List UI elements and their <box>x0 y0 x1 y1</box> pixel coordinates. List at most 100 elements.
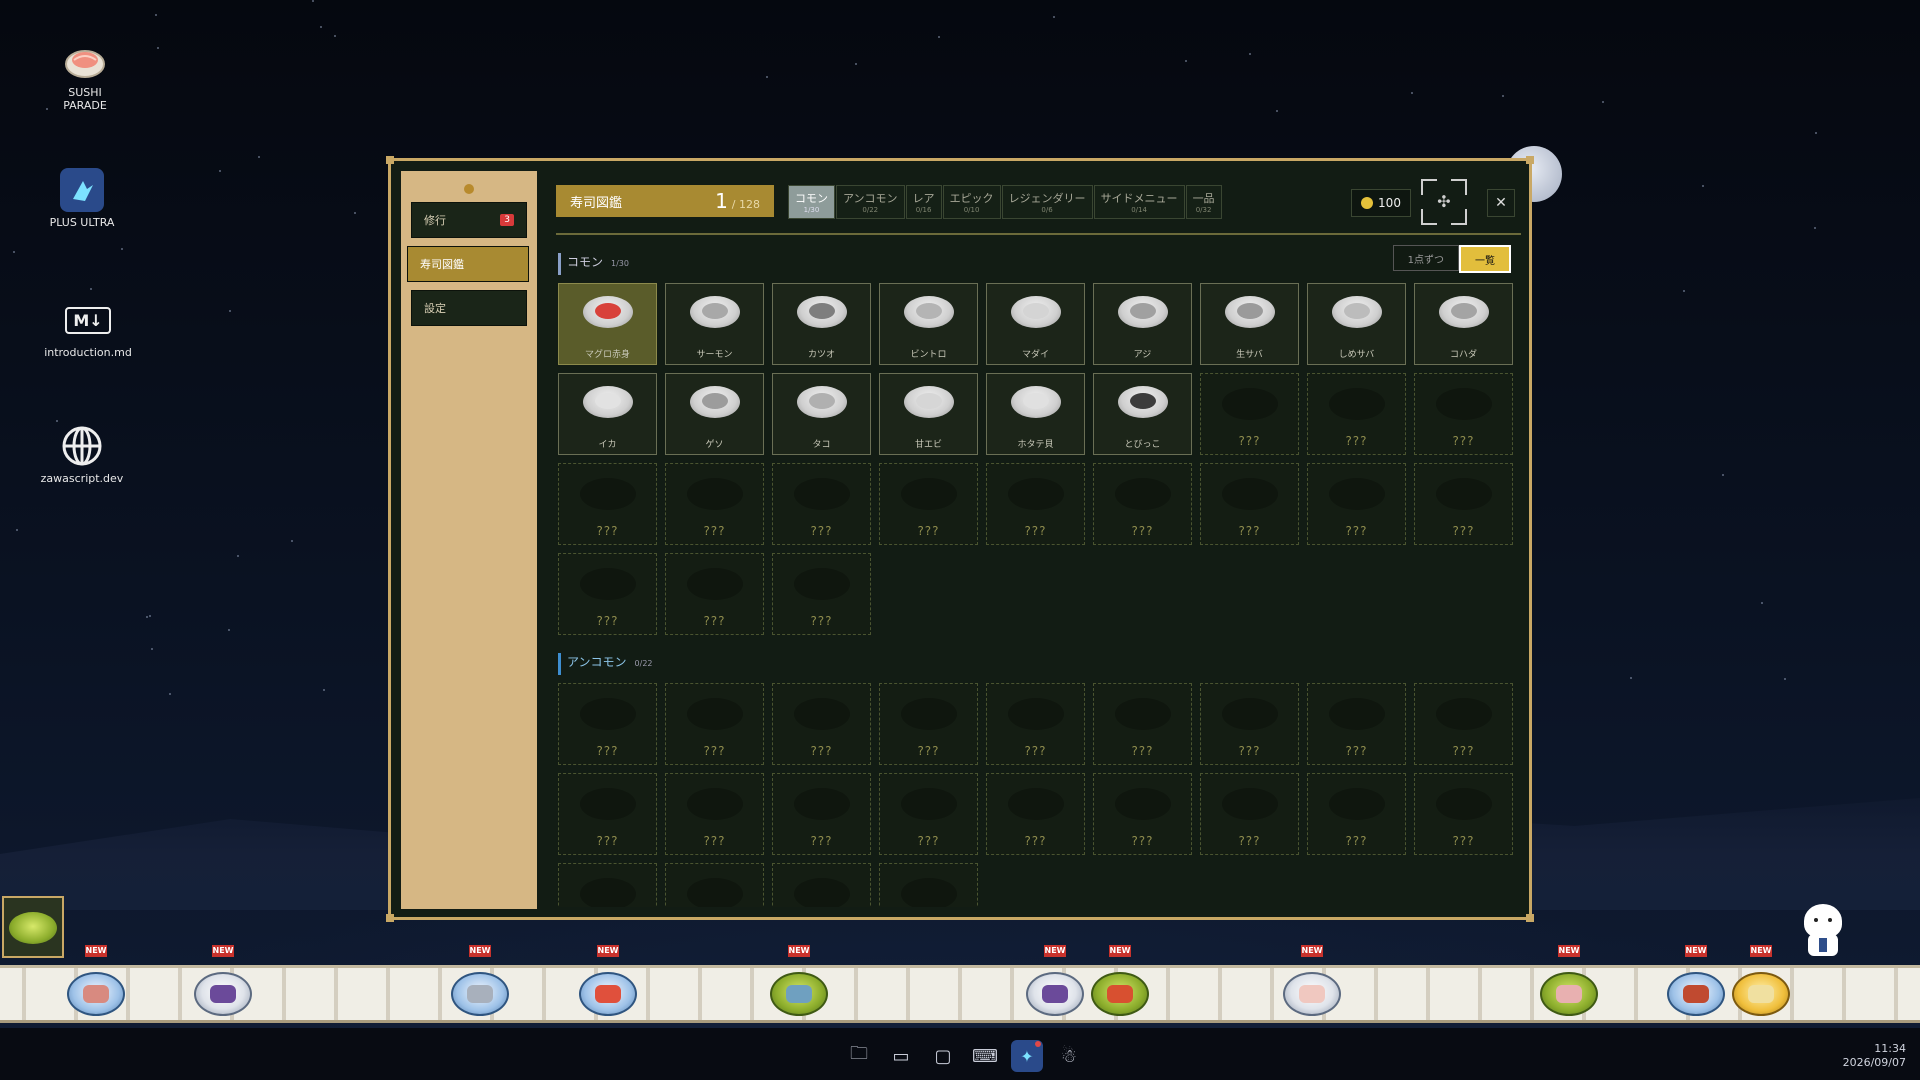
view-list-button[interactable]: 一覧 <box>1459 245 1511 273</box>
sushi-card[interactable]: アジ <box>1093 283 1192 365</box>
belt-plate[interactable] <box>1026 972 1084 1016</box>
locked-sushi-card[interactable]: ??? <box>1200 463 1299 545</box>
locked-sushi-card[interactable]: ??? <box>879 863 978 907</box>
belt-plate[interactable] <box>1732 972 1790 1016</box>
sushi-card[interactable]: タコ <box>772 373 871 455</box>
belt-plate[interactable] <box>1283 972 1341 1016</box>
sushi-card[interactable]: サーモン <box>665 283 764 365</box>
sushi-card[interactable]: コハダ <box>1414 283 1513 365</box>
locked-sushi-card[interactable]: ??? <box>1200 373 1299 455</box>
sushi-card[interactable]: ゲソ <box>665 373 764 455</box>
tab-4[interactable]: レジェンダリー 0/6 <box>1001 185 1093 219</box>
sidebar-item-training[interactable]: 修行 3 <box>411 202 527 238</box>
locked-sushi-card[interactable]: ??? <box>879 773 978 855</box>
tab-0[interactable]: コモン 1/30 <box>788 185 835 219</box>
locked-sushi-card[interactable]: ??? <box>986 773 1085 855</box>
window-icon[interactable]: ▭ <box>885 1040 917 1072</box>
locked-sushi-card[interactable]: ??? <box>665 773 764 855</box>
desktop-icon-zawascript[interactable]: zawascript.dev <box>27 424 137 485</box>
locked-sushi-card[interactable]: ??? <box>1307 463 1406 545</box>
sections-container: コモン 1/30 マグロ赤身 サーモン カツオ ビントロ マダイ アジ 生サバ しめサバ コハダ イカ… <box>558 253 1513 907</box>
sushi-card[interactable]: ホタテ貝 <box>986 373 1085 455</box>
belt-plate[interactable] <box>1091 972 1149 1016</box>
sushi-card[interactable]: とびっこ <box>1093 373 1192 455</box>
belt-plate[interactable] <box>67 972 125 1016</box>
locked-sushi-card[interactable]: ??? <box>879 683 978 765</box>
sushi-card[interactable]: マグロ赤身 <box>558 283 657 365</box>
belt-plate[interactable] <box>1667 972 1725 1016</box>
locked-sushi-card[interactable]: ??? <box>665 553 764 635</box>
locked-sushi-card[interactable]: ??? <box>1093 463 1192 545</box>
locked-sushi-card[interactable]: ??? <box>772 683 871 765</box>
view-single-button[interactable]: 1点ずつ <box>1392 245 1459 271</box>
sushi-card[interactable]: 甘エビ <box>879 373 978 455</box>
locked-sushi-card[interactable]: ??? <box>1093 773 1192 855</box>
locked-sushi-card[interactable]: ??? <box>986 683 1085 765</box>
locked-sushi-card[interactable]: ??? <box>1414 773 1513 855</box>
tab-count: 0/10 <box>963 206 980 214</box>
belt-plate[interactable] <box>770 972 828 1016</box>
selected-plate-slot[interactable] <box>2 896 64 958</box>
folder-icon[interactable]: 🗀 <box>843 1040 875 1072</box>
sushi-icon <box>63 38 107 82</box>
mascot-head <box>1804 904 1842 938</box>
locked-sushi-card[interactable]: ??? <box>1414 683 1513 765</box>
tab-2[interactable]: レア 0/16 <box>905 185 942 219</box>
unknown-label: ??? <box>596 614 619 628</box>
ghost-icon[interactable]: ☃ <box>1053 1040 1085 1072</box>
plus-ultra-taskbar-icon[interactable]: ✦ <box>1011 1040 1043 1072</box>
silhouette <box>686 568 743 600</box>
locked-sushi-card[interactable]: ??? <box>986 463 1085 545</box>
belt-plate[interactable] <box>194 972 252 1016</box>
tab-5[interactable]: サイドメニュー 0/14 <box>1093 185 1185 219</box>
locked-sushi-card[interactable]: ??? <box>558 683 657 765</box>
collection-scroll-area[interactable]: コモン 1/30 マグロ赤身 サーモン カツオ ビントロ マダイ アジ 生サバ しめサバ コハダ イカ… <box>558 249 1513 907</box>
locked-sushi-card[interactable]: ??? <box>879 463 978 545</box>
locked-sushi-card[interactable]: ??? <box>772 463 871 545</box>
locked-sushi-card[interactable]: ??? <box>665 463 764 545</box>
locked-sushi-card[interactable]: ??? <box>1307 373 1406 455</box>
star <box>334 35 336 37</box>
sushi-card[interactable]: ビントロ <box>879 283 978 365</box>
locked-sushi-card[interactable]: ??? <box>1200 773 1299 855</box>
locked-sushi-card[interactable]: ??? <box>1414 373 1513 455</box>
sushi-card[interactable]: イカ <box>558 373 657 455</box>
desktop-icon-sushi-parade[interactable]: SUSHI PARADE <box>30 38 140 112</box>
locked-sushi-card[interactable]: ??? <box>558 863 657 907</box>
tab-3[interactable]: エピック 0/10 <box>942 185 1001 219</box>
tab-1[interactable]: アンコモン 0/22 <box>836 185 905 219</box>
locked-sushi-card[interactable]: ??? <box>558 773 657 855</box>
belt-plate[interactable] <box>579 972 637 1016</box>
close-button[interactable]: ✕ <box>1487 189 1515 217</box>
locked-sushi-card[interactable]: ??? <box>772 773 871 855</box>
sushi-card[interactable]: しめサバ <box>1307 283 1406 365</box>
mascot-character[interactable] <box>1800 904 1846 958</box>
belt-plate[interactable] <box>451 972 509 1016</box>
sushi-card[interactable]: カツオ <box>772 283 871 365</box>
desktop-icon-plus-ultra[interactable]: PLUS ULTRA <box>27 168 137 229</box>
terminal-icon[interactable]: ⌨ <box>969 1040 1001 1072</box>
unknown-label: ??? <box>703 614 726 628</box>
locked-sushi-card[interactable]: ??? <box>558 463 657 545</box>
sushi-card[interactable]: マダイ <box>986 283 1085 365</box>
desktop-icon-introduction[interactable]: M↓ introduction.md <box>33 298 143 359</box>
locked-sushi-card[interactable]: ??? <box>1414 463 1513 545</box>
unknown-label: ??? <box>703 524 726 538</box>
locked-sushi-card[interactable]: ??? <box>772 553 871 635</box>
belt-plate[interactable] <box>1540 972 1598 1016</box>
locked-sushi-card[interactable]: ??? <box>1200 683 1299 765</box>
locked-sushi-card[interactable]: ??? <box>772 863 871 907</box>
sushi-name: ビントロ <box>910 350 947 360</box>
locked-sushi-card[interactable]: ??? <box>665 683 764 765</box>
locked-sushi-card[interactable]: ??? <box>558 553 657 635</box>
locked-sushi-card[interactable]: ??? <box>665 863 764 907</box>
chat-icon[interactable]: ▢ <box>927 1040 959 1072</box>
locked-sushi-card[interactable]: ??? <box>1307 683 1406 765</box>
sidebar-item-encyclopedia[interactable]: 寿司図鑑 <box>407 246 529 282</box>
sidebar-item-settings[interactable]: 設定 <box>411 290 527 326</box>
sushi-card[interactable]: 生サバ <box>1200 283 1299 365</box>
locked-sushi-card[interactable]: ??? <box>1307 773 1406 855</box>
expand-button[interactable]: ✣ <box>1421 179 1467 225</box>
tab-6[interactable]: 一品 0/32 <box>1185 185 1222 219</box>
locked-sushi-card[interactable]: ??? <box>1093 683 1192 765</box>
